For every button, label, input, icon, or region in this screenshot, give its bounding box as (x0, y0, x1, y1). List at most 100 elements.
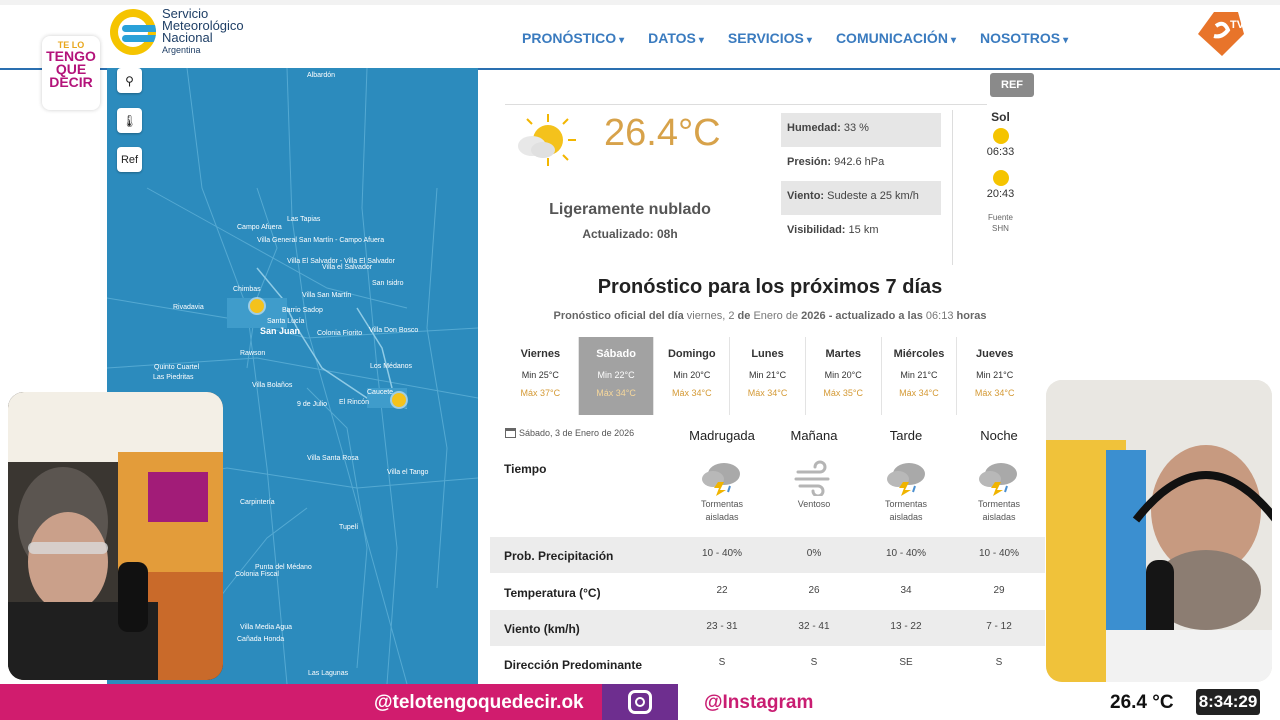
table-cell: SE (899, 657, 913, 668)
table-cell: 26 (808, 585, 820, 596)
map-label: Chimbas (233, 286, 261, 293)
webcam-left (8, 392, 223, 680)
overlay-temperature: 26.4 °C (1110, 692, 1174, 713)
chevron-down-icon: ▾ (1063, 35, 1069, 46)
day-tab-lunes[interactable]: Lunes Min 21°C Máx 34°C (730, 337, 806, 415)
map-label: Carpintería (240, 499, 275, 506)
nav-nosotros[interactable]: NOSOTROS ▾ (980, 30, 1068, 46)
smn-logo-text: Servicio Meteorológico Nacional Argentin… (162, 6, 244, 55)
day-tab-jueves[interactable]: Jueves Min 21°C Máx 34°C (957, 337, 1032, 415)
map-weather-marker-icon[interactable] (250, 299, 264, 313)
sun-times: Sol 06:33 20:43 Fuente SHN (952, 110, 1048, 265)
table-cell: 10 - 40% (701, 548, 743, 559)
thermometer-icon: 🌡 (121, 113, 138, 128)
ref-button[interactable]: REF (990, 73, 1034, 97)
map-label: Las Piedritas (153, 374, 194, 381)
main-nav: PRONÓSTICO ▾ DATOS ▾ SERVICIOS ▾ COMUNICACI… (522, 30, 1068, 46)
nav-pronostico[interactable]: PRONÓSTICO ▾ (522, 30, 624, 46)
map-label: 9 de Julio (297, 401, 327, 408)
weather-desc: Ventoso (797, 499, 831, 509)
weather-desc: Tormentas aisladas (884, 499, 928, 522)
overlay-clock: 8:34:29 (1196, 689, 1260, 715)
table-cell: 10 - 40% (978, 548, 1020, 559)
svg-text:TV: TV (1230, 19, 1245, 31)
map-label: Los Médanos (370, 363, 413, 370)
sunrise-icon (992, 128, 1009, 144)
map-label: Las Lagunas (308, 670, 349, 677)
map-label: Albardón (307, 72, 336, 79)
nav-comunicacion[interactable]: COMUNICACIÓN ▾ (836, 30, 956, 46)
nav-servicios[interactable]: SERVICIOS ▾ (728, 30, 812, 46)
chevron-down-icon: ▾ (698, 35, 704, 46)
social-handle: @telotengoquedecir.ok (374, 692, 584, 713)
map-label: Villa Don Bosco (369, 327, 419, 334)
location-button[interactable]: ⚲ (117, 68, 142, 93)
table-cell: S (995, 657, 1003, 668)
day-tabs: Viernes Min 25°C Máx 37°C Sábado Min 22°C Má… (503, 337, 1032, 415)
storm-cloud-icon (702, 463, 740, 496)
weather-desc: Tormentas aisladas (977, 499, 1021, 522)
temperature-layer-button[interactable]: 🌡 (117, 108, 142, 133)
row-label-direction: Dirección Predominante (504, 658, 643, 672)
map-label: Santa Lucía (267, 318, 305, 325)
nav-datos[interactable]: DATOS ▾ (648, 30, 704, 46)
sunset-icon (992, 170, 1009, 186)
table-cell: 32 - 41 (798, 621, 830, 632)
row-label-tiempo: Tiempo (504, 462, 547, 476)
instagram-icon (628, 690, 652, 714)
day-tab-miercoles[interactable]: Miércoles Min 21°C Máx 34°C (882, 337, 958, 415)
updated-time: Actualizado: 08h (582, 227, 678, 241)
map-ref-button[interactable]: Ref (117, 147, 142, 172)
sunrise-time: 06:33 (986, 146, 1015, 158)
map-weather-marker-icon[interactable] (392, 393, 406, 407)
stat-pressure: Presión: 942.6 hPa (787, 156, 885, 168)
period-header: Madrugada (689, 428, 755, 443)
forecast-subtitle: Pronóstico oficial del día viernes, 2 de… (553, 310, 987, 322)
day-tab-domingo[interactable]: Domingo Min 20°C Máx 34°C (654, 337, 731, 415)
location-pin-icon: ⚲ (125, 73, 134, 88)
tv-channel-logo: TV (1198, 12, 1245, 56)
map-label: Campo Afuera (237, 224, 282, 231)
map-label: Villa San Martín (302, 292, 352, 299)
chevron-down-icon: ▾ (806, 35, 812, 46)
webcam-left-image (8, 392, 223, 680)
table-cell: S (810, 657, 818, 668)
map-label: Tupelí (339, 524, 359, 531)
map-label-san-juan: San Juan (260, 326, 301, 336)
map-label: Villa el Salvador (322, 264, 373, 271)
table-cell: 10 - 40% (885, 548, 927, 559)
browser-strip (0, 0, 1280, 5)
map-label: Cañada Honda (237, 636, 285, 643)
table-cell: 29 (993, 585, 1005, 596)
day-tab-martes[interactable]: Martes Min 20°C Máx 35°C (806, 337, 882, 415)
instagram-label: @Instagram (704, 692, 814, 713)
map-label: Colonia Fiorito (317, 330, 363, 337)
row-label-precip: Prob. Precipitación (504, 549, 614, 563)
partly-cloudy-icon (518, 114, 576, 166)
map-label: Rawson (240, 350, 266, 357)
map-label: Quinto Cuartel (154, 364, 200, 371)
period-header: Tarde (889, 428, 923, 443)
map-label: Villa el Tango (387, 469, 429, 476)
map-label: El Rincón (339, 399, 369, 406)
period-header: Mañana (790, 428, 838, 443)
chevron-down-icon: ▾ (619, 35, 625, 46)
calendar-icon (505, 428, 516, 438)
wind-icon (794, 460, 830, 496)
current-temperature: 26.4°C (604, 112, 721, 154)
current-condition: Ligeramente nublado (549, 201, 711, 218)
map-label: Las Tapias (287, 216, 321, 223)
row-label-temp: Temperatura (°C) (504, 586, 601, 600)
table-cell: S (718, 657, 726, 668)
day-tab-viernes[interactable]: Viernes Min 25°C Máx 37°C (503, 337, 579, 415)
period-header: Noche (980, 428, 1018, 443)
table-cell: 22 (716, 585, 728, 596)
day-tab-sabado[interactable]: Sábado Min 22°C Máx 34°C (578, 337, 655, 415)
stat-humidity: Humedad: 33 % (781, 113, 941, 147)
storm-cloud-icon (887, 463, 925, 496)
table-cell: 0% (806, 548, 822, 559)
table-cell: 23 - 31 (706, 621, 738, 632)
divider (505, 104, 987, 105)
smn-logo[interactable]: Servicio Meteorológico Nacional Argentin… (110, 6, 244, 56)
stream-bottom-bar: @telotengoquedecir.ok @Instagram 26.4 °C… (0, 684, 1280, 720)
